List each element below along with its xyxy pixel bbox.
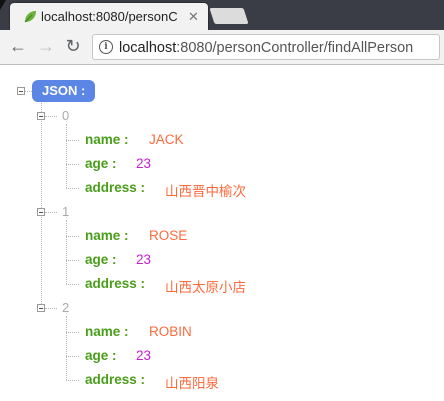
browser-tab[interactable]: localhost:8080/personC ✕ — [10, 3, 208, 30]
field-key-age: age : — [85, 348, 117, 363]
url-path: :8080/personController/findAllPerson — [176, 40, 414, 56]
tree-line — [66, 140, 79, 141]
new-tab-button[interactable] — [209, 8, 249, 24]
tree-line — [66, 284, 79, 285]
field-value-name: JACK — [149, 132, 184, 147]
address-bar[interactable]: i localhost:8080/personController/findAl… — [92, 34, 440, 60]
field-value-age: 23 — [136, 252, 152, 267]
field-value-name: ROBIN — [149, 324, 192, 339]
back-icon[interactable]: ← — [8, 36, 28, 56]
tab-title: localhost:8080/personC — [41, 9, 177, 24]
item-index: 0 — [62, 108, 70, 123]
browser-toolbar: ← → ↻ i localhost:8080/personController/… — [0, 30, 444, 65]
forward-icon[interactable]: → — [36, 36, 56, 56]
field-value-name: ROSE — [149, 228, 188, 243]
field-key-address: address : — [85, 180, 146, 195]
tree-line — [66, 124, 67, 188]
leaf-favicon-icon — [24, 11, 36, 23]
field-value-address: 山西太原小店 — [165, 280, 246, 295]
reload-icon[interactable]: ↻ — [63, 36, 83, 56]
tree-line — [66, 220, 67, 284]
tree-line — [66, 236, 79, 237]
url-text: localhost:8080/personController/findAllP… — [119, 40, 413, 56]
item-index: 2 — [62, 300, 70, 315]
tree-line — [45, 308, 57, 309]
item-collapse-toggle[interactable] — [37, 304, 45, 312]
json-root-badge: JSON : — [32, 80, 96, 102]
tree-line — [66, 356, 79, 357]
item-collapse-toggle[interactable] — [37, 208, 45, 216]
json-viewer: JSON : 0 name : JACK age : 23 address : 山西晋中榆次… — [0, 65, 444, 401]
tree-line — [25, 91, 32, 92]
close-icon[interactable]: ✕ — [188, 9, 199, 25]
tree-line — [66, 316, 67, 380]
tree-line — [66, 164, 79, 165]
field-key-name: name : — [85, 132, 129, 147]
info-icon[interactable]: i — [99, 40, 113, 54]
field-key-age: age : — [85, 156, 117, 171]
field-key-age: age : — [85, 252, 117, 267]
field-value-age: 23 — [136, 156, 152, 171]
url-host: localhost — [119, 40, 177, 56]
field-value-address: 山西晋中榆次 — [165, 184, 246, 199]
item-collapse-toggle[interactable] — [37, 112, 45, 120]
tab-strip: localhost:8080/personC ✕ — [0, 0, 444, 30]
mouse-cursor — [0, 0, 6, 10]
field-key-name: name : — [85, 228, 129, 243]
tree-line — [41, 103, 42, 310]
item-index: 1 — [62, 204, 70, 219]
tree-line — [45, 116, 57, 117]
field-value-age: 23 — [136, 348, 152, 363]
tree-line — [66, 260, 79, 261]
tree-line — [66, 380, 79, 381]
root-collapse-toggle[interactable] — [17, 87, 25, 95]
field-value-address: 山西阳泉 — [165, 376, 219, 391]
field-key-address: address : — [85, 372, 146, 387]
tree-line — [66, 332, 79, 333]
tree-line — [45, 212, 57, 213]
field-key-address: address : — [85, 276, 146, 291]
tree-line — [66, 188, 79, 189]
field-key-name: name : — [85, 324, 129, 339]
